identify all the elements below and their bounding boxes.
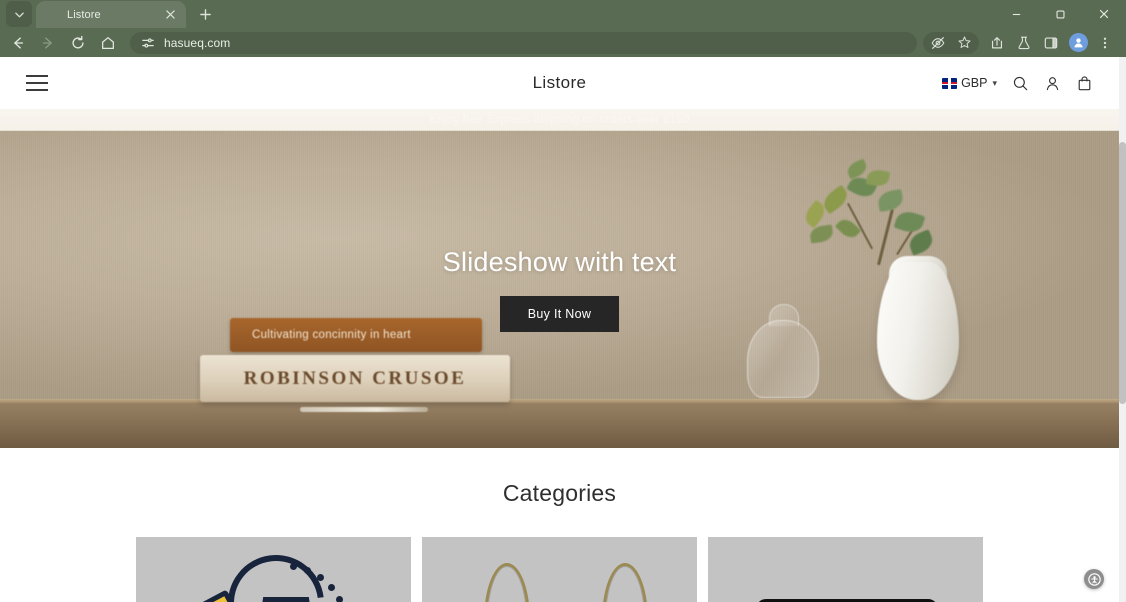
category-card-tools[interactable] (136, 537, 411, 602)
more-menu-icon (1103, 37, 1107, 48)
tune-icon (142, 37, 154, 48)
minimize-icon (1012, 13, 1020, 15)
forward-button[interactable] (34, 31, 62, 55)
watering-can-body-icon (256, 597, 316, 602)
currency-code: GBP (961, 76, 988, 90)
home-icon (102, 36, 114, 49)
categories-title: Categories (502, 480, 617, 506)
back-button[interactable] (4, 31, 32, 55)
cart-button[interactable] (1075, 74, 1093, 92)
close-window-button[interactable] (1082, 0, 1126, 28)
window-controls (994, 0, 1126, 28)
experiments-flask-icon (1018, 36, 1030, 49)
search-button[interactable] (1011, 74, 1029, 92)
category-card-electronics[interactable] (708, 537, 983, 602)
forward-arrow-icon (42, 36, 52, 49)
header-actions: GBP ▾ (942, 74, 1093, 92)
reload-icon (72, 35, 84, 48)
side-panel-button[interactable] (1038, 31, 1064, 55)
hero-title: Slideshow with text (442, 247, 677, 277)
earring-left-icon (484, 563, 530, 602)
browser-window: Listore hasueq.com Listore GBP ▾ Enjoy f… (0, 0, 1126, 602)
incognito-eye-off-button[interactable] (925, 31, 951, 55)
person-glyph-icon (1073, 38, 1083, 48)
page-content: Listore GBP ▾ Enjoy free Express Shippin… (0, 57, 1119, 602)
hero-overlay: Slideshow with text Buy It Now (0, 131, 1119, 448)
reload-button[interactable] (64, 31, 92, 55)
shopping-bag-icon (1078, 75, 1090, 90)
chevron-down-icon (14, 11, 24, 17)
tune-icon[interactable] (140, 35, 156, 51)
site-header: Listore GBP ▾ (0, 57, 1119, 109)
minimize-button[interactable] (994, 0, 1038, 28)
tab-strip: Listore (0, 0, 1126, 28)
new-tab-button[interactable] (192, 1, 218, 27)
page-scrollbar[interactable] (1119, 57, 1126, 602)
close-icon (165, 10, 175, 19)
hamburger-menu-icon[interactable] (26, 75, 48, 91)
bookmark-star-button[interactable] (951, 31, 977, 55)
categories-section: Categories (0, 448, 1119, 602)
dotted-arc-icon (286, 561, 376, 602)
bookmark-star-icon (958, 36, 970, 48)
page-viewport: Listore GBP ▾ Enjoy free Express Shippin… (0, 57, 1126, 602)
tab-close-button[interactable] (162, 7, 178, 23)
categories-grid (0, 537, 1119, 602)
tab-title: Listore (67, 8, 101, 21)
tab-search-button[interactable] (6, 1, 32, 27)
omnibox-action-pill (923, 31, 979, 55)
share-icon (991, 36, 1003, 48)
search-icon (1013, 76, 1027, 90)
maximize-button[interactable] (1038, 0, 1082, 28)
profile-avatar-icon (1068, 33, 1088, 52)
more-menu-button[interactable] (1092, 31, 1118, 55)
browser-tab[interactable]: Listore (36, 1, 186, 28)
accessibility-widget-button[interactable] (1084, 569, 1104, 589)
buy-it-now-button[interactable]: Buy It Now (499, 296, 620, 332)
home-button[interactable] (94, 31, 122, 55)
incognito-eye-off-icon (931, 36, 945, 49)
profile-button[interactable] (1065, 31, 1091, 55)
browser-toolbar: hasueq.com (0, 28, 1126, 57)
announcement-text: Enjoy free Express Shipping on orders ov… (429, 113, 690, 126)
currency-selector[interactable]: GBP ▾ (942, 76, 997, 90)
maximize-icon (1055, 9, 1065, 19)
earring-right-icon (602, 563, 648, 602)
account-person-icon (1046, 76, 1058, 90)
toolbar-actions (923, 31, 1118, 55)
close-icon (1099, 9, 1109, 19)
address-bar[interactable]: hasueq.com (130, 31, 917, 54)
experiments-button[interactable] (1011, 31, 1037, 55)
share-button[interactable] (984, 31, 1010, 55)
side-panel-icon (1044, 36, 1058, 49)
address-bar-url: hasueq.com (164, 35, 231, 50)
accessibility-badge-icon (1087, 572, 1101, 586)
category-card-jewellery[interactable] (422, 537, 697, 602)
hero-slideshow: Cultivating concinnity in heart ROBINSON… (0, 131, 1119, 448)
uk-flag-icon (942, 77, 958, 89)
chevron-down-icon: ▾ (992, 77, 997, 88)
back-arrow-icon (14, 36, 24, 49)
scrollbar-thumb[interactable] (1119, 142, 1126, 404)
announcement-bar: Enjoy free Express Shipping on orders ov… (0, 109, 1119, 131)
plus-icon (199, 8, 211, 20)
account-button[interactable] (1043, 74, 1061, 92)
